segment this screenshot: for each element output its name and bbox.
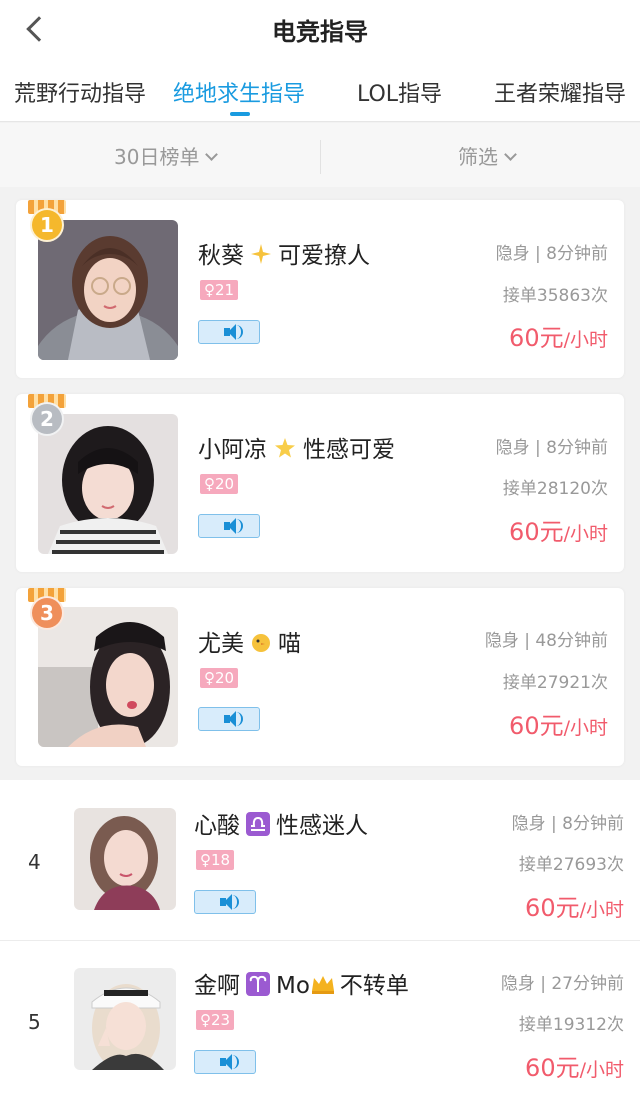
price: 60元/小时 <box>509 512 608 547</box>
avatar[interactable] <box>74 968 176 1070</box>
online-status: 隐身 | 48分钟前 <box>484 631 608 651</box>
price-value: 60元 <box>525 894 580 922</box>
order-count: 接单27693次 <box>518 855 624 875</box>
price-value: 60元 <box>509 712 564 740</box>
filter-label: 筛选 <box>458 145 498 169</box>
crown-icon <box>310 973 336 1001</box>
rank-number: 2 <box>30 402 64 436</box>
nickname: 心酸 <box>194 813 240 839</box>
gender-age-tag: ♀18 <box>196 850 235 870</box>
tab-bar: 荒野行动指导 绝地求生指导 LOL指导 王者荣耀指导 <box>0 56 640 122</box>
gender-age-tag: ♀20 <box>200 668 239 688</box>
price-unit: /小时 <box>579 1059 624 1081</box>
nickname: 秋葵 <box>198 243 244 269</box>
gender-age-tag: ♀21 <box>200 280 239 300</box>
speaker-icon <box>220 1058 226 1066</box>
player-name: 小阿凉 性感可爱 <box>198 430 395 466</box>
avatar[interactable] <box>38 414 178 554</box>
price-unit: /小时 <box>579 899 624 921</box>
nickname: 小阿凉 <box>198 437 267 463</box>
speaker-icon <box>224 522 230 530</box>
voice-intro-button[interactable] <box>198 707 260 731</box>
gender-age-tag: ♀23 <box>196 1010 235 1030</box>
price: 60元/小时 <box>509 318 608 353</box>
online-status: 隐身 | 8分钟前 <box>511 814 624 834</box>
tagline: 性感可爱 <box>303 437 395 463</box>
order-count: 接单35863次 <box>502 286 608 306</box>
voice-intro-button[interactable] <box>198 514 260 538</box>
tagline: 喵 <box>278 631 301 657</box>
sound-wave-icon <box>235 325 243 339</box>
chevron-down-icon <box>205 148 219 161</box>
ranking-label: 30日榜单 <box>114 145 200 169</box>
tab-wangzhe[interactable]: 王者荣耀指导 <box>494 76 626 108</box>
speaker-icon <box>224 715 230 723</box>
tab-juedi[interactable]: 绝地求生指导 <box>173 76 305 108</box>
sound-wave-icon <box>231 895 239 909</box>
avatar[interactable] <box>38 220 178 360</box>
ranking-dropdown[interactable]: 30日榜单 <box>114 141 219 170</box>
sound-wave-icon <box>235 519 243 533</box>
price-value: 60元 <box>509 518 564 546</box>
price: 60元/小时 <box>525 888 624 923</box>
tagline: 不转单 <box>339 973 409 999</box>
order-count: 接单19312次 <box>518 1015 624 1035</box>
price: 60元/小时 <box>525 1048 624 1083</box>
page-title: 电竞指导 <box>272 18 368 46</box>
chick-icon <box>250 631 272 659</box>
voice-intro-button[interactable] <box>198 320 260 344</box>
avatar[interactable] <box>74 808 176 910</box>
rank-number: 4 <box>28 850 41 874</box>
tagline: 性感迷人 <box>276 813 368 839</box>
tagline: 可爱撩人 <box>278 243 370 269</box>
player-name: 金啊 Mo 不转单 <box>194 966 409 1002</box>
price: 60元/小时 <box>509 706 608 741</box>
sound-wave-icon <box>235 712 243 726</box>
sound-wave-icon <box>231 1055 239 1069</box>
player-name: 心酸 性感迷人 <box>194 806 368 842</box>
online-status: 隐身 | 8分钟前 <box>495 244 608 264</box>
rank-number: 1 <box>30 208 64 242</box>
price-value: 60元 <box>525 1054 580 1082</box>
libra-icon <box>246 811 270 842</box>
speaker-icon <box>220 898 226 906</box>
online-status: 隐身 | 8分钟前 <box>495 438 608 458</box>
rank-number: 5 <box>28 1010 41 1034</box>
nickname-suffix: Mo <box>276 973 310 999</box>
price-unit: /小时 <box>563 523 608 545</box>
order-count: 接单27921次 <box>502 673 608 693</box>
glowing-star-icon <box>273 436 297 466</box>
sparkles-icon <box>250 243 272 271</box>
bronze-medal-badge: 3 <box>26 588 68 630</box>
voice-intro-button[interactable] <box>194 1050 256 1074</box>
price-unit: /小时 <box>563 329 608 351</box>
voice-intro-button[interactable] <box>194 890 256 914</box>
chevron-down-icon <box>504 148 517 161</box>
avatar[interactable] <box>38 607 178 747</box>
online-status: 隐身 | 27分钟前 <box>500 974 624 994</box>
silver-medal-badge: 2 <box>26 394 68 436</box>
tab-lol[interactable]: LOL指导 <box>357 76 442 108</box>
gender-age-tag: ♀20 <box>200 474 239 494</box>
speaker-icon <box>224 328 230 336</box>
nickname: 金啊 <box>194 973 240 999</box>
tab-huangye[interactable]: 荒野行动指导 <box>14 76 146 108</box>
player-name: 秋葵 可爱撩人 <box>198 236 370 271</box>
nav-bar: 电竞指导 <box>0 0 640 56</box>
order-count: 接单28120次 <box>502 479 608 499</box>
aries-icon <box>246 971 270 1002</box>
nickname: 尤美 <box>198 631 244 657</box>
active-tab-indicator <box>230 112 250 116</box>
gold-medal-badge: 1 <box>26 200 68 242</box>
player-name: 尤美 喵 <box>198 624 301 659</box>
rank-number: 3 <box>30 596 64 630</box>
filter-dropdown[interactable]: 筛选 <box>458 141 517 170</box>
price-unit: /小时 <box>563 717 608 739</box>
price-value: 60元 <box>509 324 564 352</box>
filter-divider <box>320 140 321 174</box>
